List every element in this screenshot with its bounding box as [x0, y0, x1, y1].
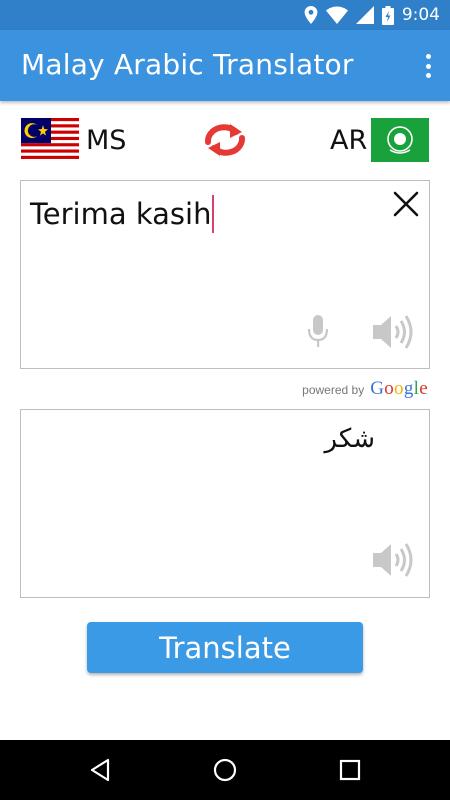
app-bar: Malay Arabic Translator [0, 30, 450, 101]
arab-league-flag-icon[interactable] [371, 118, 429, 162]
translated-text: شكر [324, 424, 376, 454]
wifi-icon [325, 6, 348, 24]
app-title: Malay Arabic Translator [21, 48, 354, 81]
status-bar: 9:04 [0, 0, 450, 30]
powered-by-label: powered by [302, 383, 365, 397]
status-icons: 9:04 [304, 5, 440, 25]
source-text-box[interactable]: Terima kasih [20, 180, 430, 369]
source-text: Terima kasih [30, 197, 212, 231]
google-logo: Google [370, 378, 428, 399]
text-caret [212, 195, 215, 233]
close-icon[interactable] [393, 191, 419, 217]
speaker-icon[interactable] [371, 540, 415, 580]
microphone-icon[interactable] [305, 314, 331, 350]
malaysia-flag-icon[interactable] [21, 118, 79, 162]
back-icon[interactable] [86, 756, 114, 784]
source-text-input[interactable]: Terima kasih [30, 195, 215, 233]
home-icon[interactable] [211, 756, 239, 784]
translate-button[interactable]: Translate [87, 622, 363, 673]
language-selector: MS AR [0, 110, 450, 170]
translation-result-box: شكر [20, 409, 430, 598]
recents-icon[interactable] [336, 756, 364, 784]
swap-arrows-icon[interactable] [202, 120, 248, 160]
source-language-code[interactable]: MS [86, 125, 126, 156]
status-time: 9:04 [401, 5, 440, 25]
overflow-menu-icon[interactable] [422, 52, 434, 80]
signal-icon [355, 6, 374, 24]
navigation-bar [0, 740, 450, 800]
google-attribution: powered by Google [302, 378, 428, 400]
target-language-code[interactable]: AR [330, 125, 367, 156]
location-icon [304, 6, 318, 24]
speaker-icon[interactable] [371, 312, 415, 352]
battery-icon [381, 5, 394, 25]
